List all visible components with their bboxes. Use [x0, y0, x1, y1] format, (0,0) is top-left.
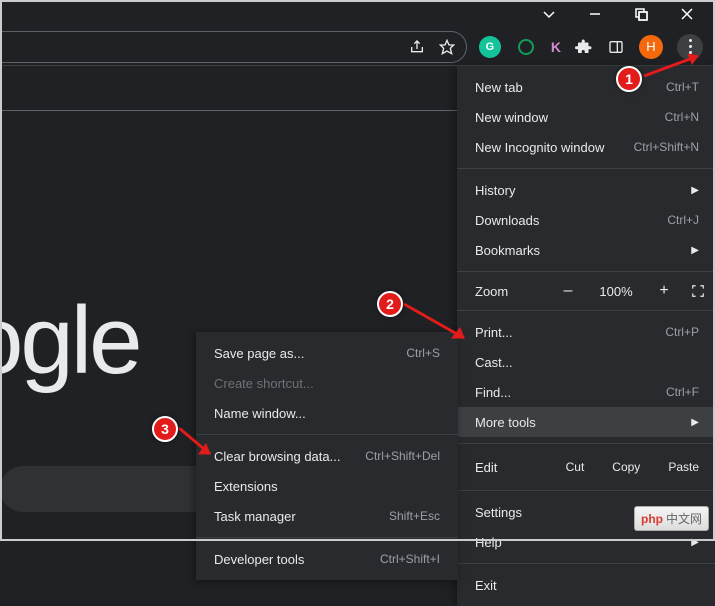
- chrome-menu-button[interactable]: [677, 34, 703, 60]
- menu-cast[interactable]: Cast...: [457, 347, 715, 377]
- menu-help[interactable]: Help▶: [457, 527, 715, 557]
- menu-downloads[interactable]: DownloadsCtrl+J: [457, 205, 715, 235]
- submenu-developer-tools[interactable]: Developer toolsCtrl+Shift+I: [196, 544, 458, 574]
- menu-separator: [196, 434, 458, 435]
- menu-find[interactable]: Find...Ctrl+F: [457, 377, 715, 407]
- menu-more-tools[interactable]: More tools▶: [457, 407, 715, 437]
- k-extension-icon[interactable]: K: [551, 39, 561, 55]
- side-panel-icon[interactable]: [607, 38, 625, 56]
- more-tools-submenu: Save page as...Ctrl+S Create shortcut...…: [196, 332, 458, 580]
- menu-bookmarks[interactable]: Bookmarks▶: [457, 235, 715, 265]
- submenu-task-manager[interactable]: Task managerShift+Esc: [196, 501, 458, 531]
- annotation-marker-2: 2: [377, 291, 403, 317]
- maximize-button[interactable]: [633, 6, 649, 22]
- minimize-button[interactable]: [587, 6, 603, 22]
- submenu-arrow-icon: ▶: [691, 537, 699, 548]
- menu-history[interactable]: History▶: [457, 175, 715, 205]
- paste-button[interactable]: Paste: [658, 456, 709, 478]
- submenu-name-window[interactable]: Name window...: [196, 398, 458, 428]
- bookmark-star-icon[interactable]: [438, 38, 456, 56]
- menu-new-window[interactable]: New windowCtrl+N: [457, 102, 715, 132]
- menu-separator: [196, 537, 458, 538]
- extensions-puzzle-icon[interactable]: [575, 38, 593, 56]
- menu-separator: [457, 490, 715, 491]
- zoom-in-button[interactable]: +: [651, 282, 677, 300]
- minimize-dropdown-icon[interactable]: [541, 6, 557, 22]
- menu-separator: [457, 310, 715, 311]
- submenu-clear-browsing-data[interactable]: Clear browsing data...Ctrl+Shift+Del: [196, 441, 458, 471]
- menu-separator: [457, 443, 715, 444]
- cut-button[interactable]: Cut: [556, 456, 595, 478]
- menu-separator: [457, 563, 715, 564]
- menu-exit[interactable]: Exit: [457, 570, 715, 600]
- edit-label: Edit: [475, 460, 548, 475]
- divider: [0, 110, 460, 111]
- watermark: php中文网: [634, 506, 709, 531]
- copy-button[interactable]: Copy: [602, 456, 650, 478]
- share-icon[interactable]: [408, 38, 426, 56]
- zoom-value: 100%: [593, 284, 639, 299]
- menu-separator: [457, 168, 715, 169]
- submenu-save-page[interactable]: Save page as...Ctrl+S: [196, 338, 458, 368]
- green-circle-extension-icon[interactable]: [515, 36, 537, 58]
- address-bar[interactable]: [0, 31, 467, 63]
- annotation-marker-1: 1: [616, 66, 642, 92]
- submenu-arrow-icon: ▶: [691, 417, 699, 428]
- zoom-label: Zoom: [475, 284, 543, 299]
- close-button[interactable]: [679, 6, 695, 22]
- submenu-extensions[interactable]: Extensions: [196, 471, 458, 501]
- submenu-create-shortcut: Create shortcut...: [196, 368, 458, 398]
- profile-avatar[interactable]: H: [639, 35, 663, 59]
- menu-separator: [457, 271, 715, 272]
- menu-new-tab[interactable]: New tabCtrl+T: [457, 72, 715, 102]
- browser-toolbar: G K H: [0, 28, 715, 66]
- submenu-arrow-icon: ▶: [691, 245, 699, 256]
- menu-print[interactable]: Print...Ctrl+P: [457, 317, 715, 347]
- toolbar-extensions: G K H: [467, 34, 715, 60]
- menu-edit-row: Edit Cut Copy Paste: [457, 450, 715, 484]
- menu-zoom-row: Zoom – 100% +: [457, 278, 715, 304]
- submenu-arrow-icon: ▶: [691, 185, 699, 196]
- google-logo-text: ogle: [0, 286, 140, 396]
- fullscreen-icon[interactable]: [689, 282, 707, 300]
- menu-incognito[interactable]: New Incognito windowCtrl+Shift+N: [457, 132, 715, 162]
- window-titlebar: [0, 0, 715, 28]
- annotation-marker-3: 3: [152, 416, 178, 442]
- zoom-out-button[interactable]: –: [555, 282, 581, 300]
- grammarly-extension-icon[interactable]: G: [479, 36, 501, 58]
